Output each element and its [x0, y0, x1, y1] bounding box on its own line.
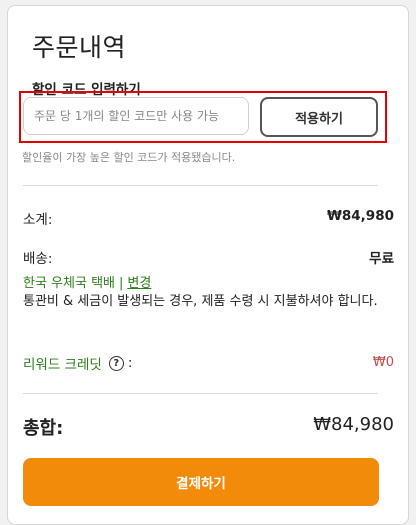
page-title: 주문내역	[32, 33, 127, 62]
customs-note: 통관비 & 세금이 발생되는 경우, 제품 수령 시 지불하셔야 합니다.	[23, 294, 378, 309]
checkout-button[interactable]: 결제하기	[23, 458, 379, 506]
divider	[23, 393, 378, 394]
shipping-separator: |	[119, 276, 124, 291]
shipping-value: 무료	[369, 251, 394, 267]
shipping-method: 한국 우체국 택배 | 변경	[23, 272, 151, 291]
total-value: ₩84,980	[313, 414, 394, 435]
promo-code-input[interactable]	[23, 97, 249, 135]
subtotal-value: ₩84,980	[327, 208, 394, 224]
divider	[23, 185, 378, 186]
order-summary-card: 주문내역 할인 코드 입력하기	[7, 5, 409, 525]
shipping-label: 배송:	[23, 251, 53, 267]
shipping-method-name: 한국 우체국 택배	[23, 276, 115, 291]
reward-credit-label: 리워드 크레딧	[23, 357, 102, 373]
change-shipping-link[interactable]: 변경	[127, 276, 151, 291]
question-circle-icon[interactable]: ?	[108, 355, 124, 371]
reward-credit-value: ₩0	[372, 355, 394, 370]
reward-credit-row: 리워드 크레딧 ? :	[23, 353, 132, 373]
apply-promo-button[interactable]: 적용하기	[260, 97, 378, 137]
reward-colon: :	[127, 355, 133, 371]
subtotal-label: 소계:	[23, 212, 53, 228]
total-label: 총합:	[23, 418, 64, 439]
promo-note: 할인율이 가장 높은 할인 코드가 적용됐습니다.	[22, 151, 236, 164]
